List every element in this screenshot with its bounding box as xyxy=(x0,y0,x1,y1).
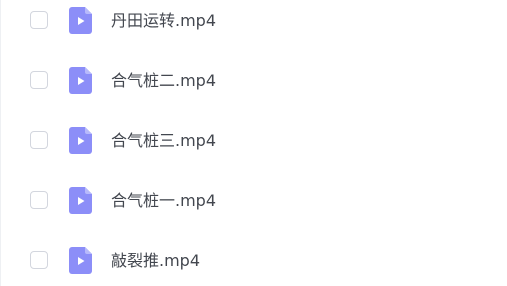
video-file-icon xyxy=(69,187,92,214)
file-list: 丹田运转.mp4 合气桩二.mp4 合气桩三.mp4 合气桩一.mp4 敲裂推.… xyxy=(0,0,507,286)
row-checkbox[interactable] xyxy=(30,11,48,29)
file-name: 敲裂推.mp4 xyxy=(111,251,201,270)
row-checkbox[interactable] xyxy=(30,191,48,209)
file-row[interactable]: 合气桩一.mp4 xyxy=(1,181,507,221)
file-name: 合气桩二.mp4 xyxy=(111,71,217,90)
video-file-icon xyxy=(69,7,92,34)
video-file-icon xyxy=(69,67,92,94)
file-name: 合气桩三.mp4 xyxy=(111,131,217,150)
file-row[interactable]: 合气桩三.mp4 xyxy=(1,121,507,161)
row-checkbox[interactable] xyxy=(30,71,48,89)
file-row[interactable]: 合气桩二.mp4 xyxy=(1,61,507,101)
video-file-icon xyxy=(69,127,92,154)
row-checkbox[interactable] xyxy=(30,131,48,149)
video-file-icon xyxy=(69,247,92,274)
file-row[interactable]: 敲裂推.mp4 xyxy=(1,241,507,281)
file-name: 丹田运转.mp4 xyxy=(111,11,217,30)
file-name: 合气桩一.mp4 xyxy=(111,191,217,210)
file-row[interactable]: 丹田运转.mp4 xyxy=(1,1,507,41)
row-checkbox[interactable] xyxy=(30,251,48,269)
